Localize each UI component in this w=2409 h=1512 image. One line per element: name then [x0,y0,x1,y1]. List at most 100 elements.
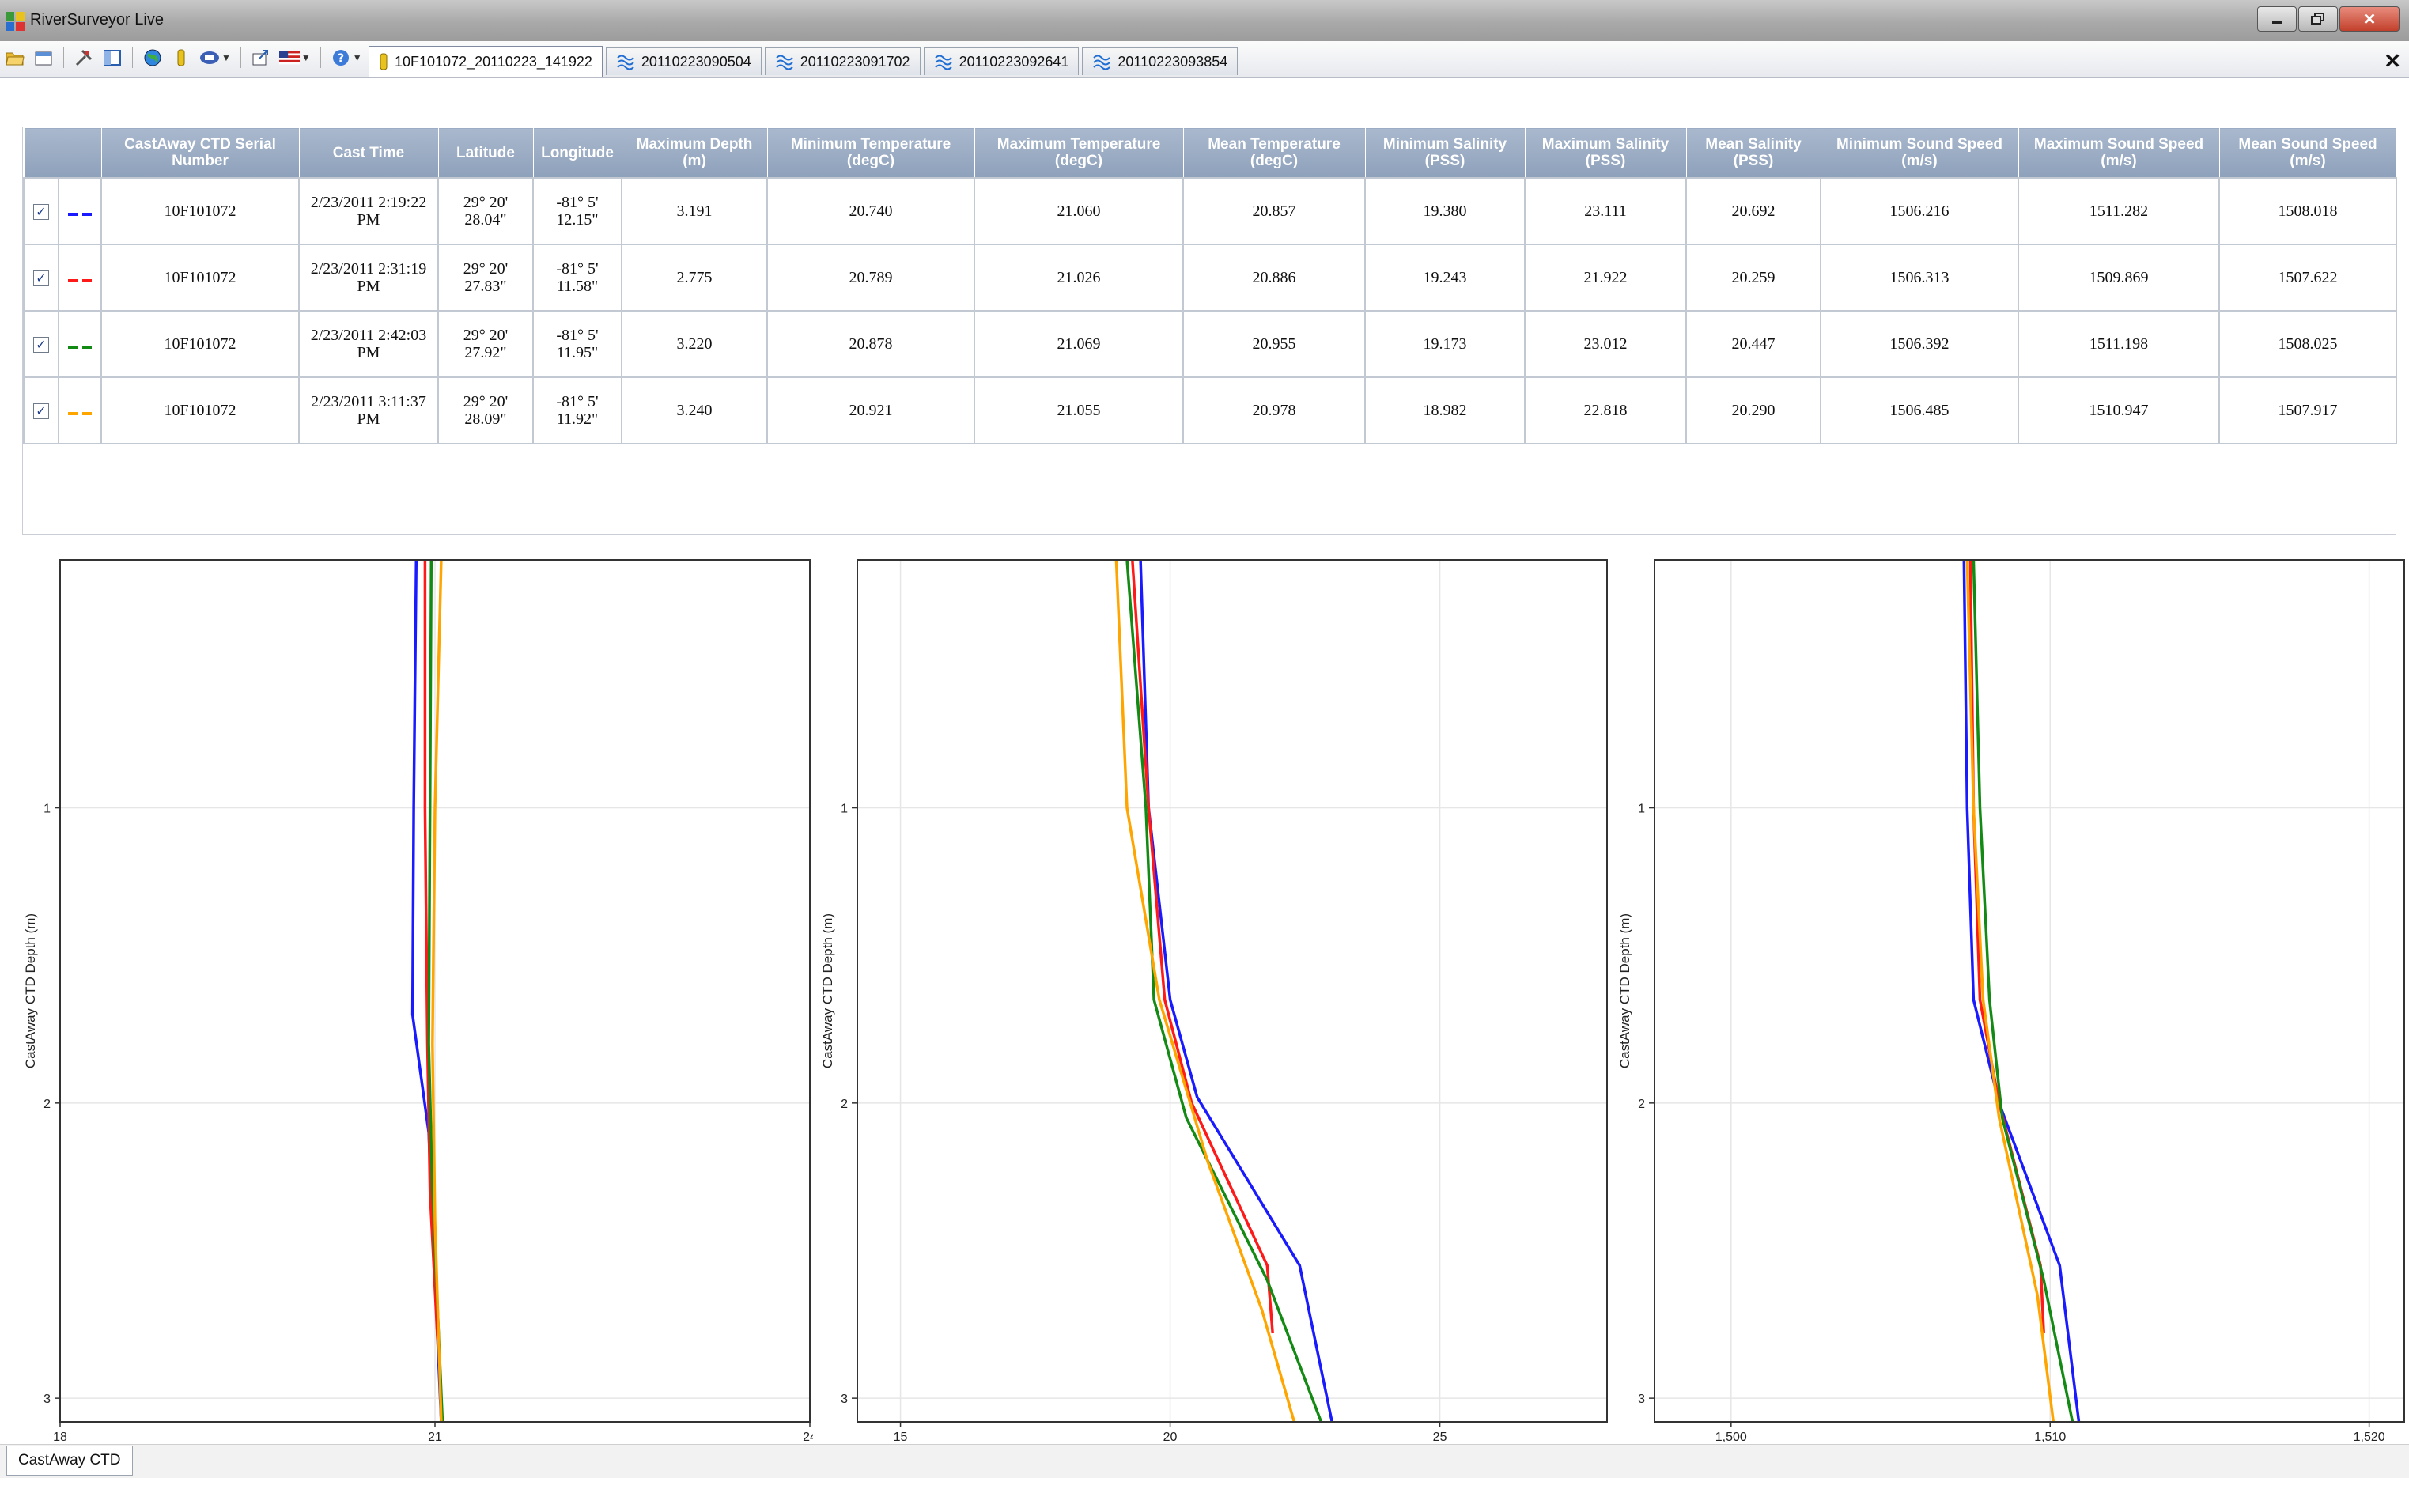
close-window-button[interactable]: ✕ [2339,6,2400,32]
cell-min-sound-speed: 1506.392 [1820,310,2019,378]
globe-icon [144,49,161,66]
y-tick-label: 1 [1638,803,1645,816]
minimize-button[interactable] [2257,6,2297,32]
minimize-icon [2272,21,2282,24]
transect-icon [1093,55,1111,70]
y-tick-label: 3 [841,1393,848,1406]
close-document-button[interactable]: ✕ [2384,49,2401,74]
cell-cast-time: 2/23/2011 2:42:03 PM [298,310,439,378]
y-axis-title: CastAway CTD Depth (m) [1617,913,1632,1068]
y-tick-label: 2 [43,1098,51,1111]
help-icon: ? [332,50,349,66]
app-logo-icon [6,12,25,31]
help-dropdown[interactable]: ? [331,47,351,68]
header-serial[interactable]: CastAway CTD Serial Number [100,127,300,179]
window-controls: ✕ [2257,6,2400,32]
tab-castaway-ctd[interactable]: CastAway CTD [6,1446,133,1476]
tab-survey-4[interactable]: 20110223093854 [1082,47,1239,75]
chevron-down-icon: ▼ [352,52,362,63]
header-max-salinity[interactable]: Maximum Salinity (PSS) [1524,127,1687,179]
row-checkbox[interactable]: ✓ [33,204,49,220]
cell-max-depth: 3.220 [621,310,768,378]
y-tick-label: 2 [841,1098,848,1111]
row-checkbox-cell[interactable]: ✓ [23,177,59,245]
header-max-sound-speed[interactable]: Maximum Sound Speed (m/s) [2018,127,2220,179]
header-min-temp[interactable]: Minimum Temperature (degC) [766,127,975,179]
toolbar-icons: ▼ ▼ ? ▼ [5,47,362,68]
header-longitude[interactable]: Longitude [532,127,622,179]
header-cast-time[interactable]: Cast Time [298,127,439,179]
row-checkbox[interactable]: ✓ [33,403,49,419]
row-checkbox-cell[interactable]: ✓ [23,310,59,378]
open-folder-button[interactable] [5,47,25,68]
header-latitude[interactable]: Latitude [437,127,534,179]
header-min-salinity[interactable]: Minimum Salinity (PSS) [1364,127,1526,179]
header-mean-sound-speed[interactable]: Mean Sound Speed (m/s) [2218,127,2397,179]
table-row[interactable]: ✓ 10F101072 2/23/2011 2:31:19 PM 29° 20' 27… [23,244,2397,312]
row-checkbox-cell[interactable]: ✓ [23,244,59,312]
close-icon: ✕ [2362,10,2377,28]
cell-min-salinity: 19.173 [1364,310,1526,378]
tab-survey-2[interactable]: 20110223091702 [764,47,921,75]
chevron-down-icon: ▼ [301,52,311,63]
tab-survey-1[interactable]: 20110223090504 [605,47,762,75]
cell-latitude: 29° 20' 27.83" [437,244,534,312]
svg-text:?: ? [338,52,344,65]
cell-mean-sound-speed: 1508.018 [2218,177,2397,245]
table-row[interactable]: ✓ 10F101072 2/23/2011 2:42:03 PM 29° 20' 27… [23,310,2397,378]
cell-mean-temp: 20.886 [1182,244,1366,312]
header-min-sound-speed[interactable]: Minimum Sound Speed (m/s) [1820,127,2019,179]
cell-mean-salinity: 20.447 [1685,310,1821,378]
probe-button[interactable] [171,47,191,68]
y-tick-label: 2 [1638,1098,1645,1111]
cell-max-depth: 3.191 [621,177,768,245]
row-checkbox[interactable]: ✓ [33,337,49,353]
cell-serial: 10F101072 [100,310,300,378]
table-row[interactable]: ✓ 10F101072 2/23/2011 3:11:37 PM 29° 20' 28… [23,376,2397,444]
units-dropdown[interactable] [199,47,220,68]
cell-mean-sound-speed: 1507.917 [2218,376,2397,444]
layout-button[interactable] [102,47,123,68]
toolbar-separator [240,47,241,68]
series-color-swatch [68,279,92,282]
header-mean-temp[interactable]: Mean Temperature (degC) [1182,127,1366,179]
header-max-depth[interactable]: Maximum Depth (m) [621,127,768,179]
sound-speed-profile-chart: 1,5001,5101,520123CastAway CTD Sound Spe… [1617,538,2407,1444]
globe-button[interactable] [142,47,163,68]
tools-button[interactable] [74,47,94,68]
cell-max-sound-speed: 1509.869 [2018,244,2220,312]
transect-icon [776,55,793,70]
cell-longitude: -81° 5' 12.15" [532,177,622,245]
cell-min-temp: 20.921 [766,376,975,444]
row-checkbox[interactable]: ✓ [33,270,49,286]
language-dropdown[interactable] [278,47,300,68]
cell-max-sound-speed: 1510.947 [2018,376,2220,444]
tab-survey-3[interactable]: 20110223092641 [923,47,1080,75]
tab-label: 20110223093854 [1118,53,1228,70]
cell-mean-salinity: 20.290 [1685,376,1821,444]
header-checkbox[interactable] [23,127,59,179]
export-button[interactable] [251,47,271,68]
maximize-button[interactable] [2298,6,2338,32]
restore-icon [2311,13,2324,25]
units-icon [200,51,219,64]
cell-mean-salinity: 20.692 [1685,177,1821,245]
table-row[interactable]: ✓ 10F101072 2/23/2011 2:19:22 PM 29° 20' 28… [23,177,2397,245]
header-mean-salinity[interactable]: Mean Salinity (PSS) [1685,127,1821,179]
cell-max-temp: 21.055 [974,376,1184,444]
row-color-cell [58,177,102,245]
temperature-chart-svg: 182124123CastAway CTD Temperature (degC)… [23,559,813,1444]
sound-speed-chart-svg: 1,5001,5101,520123CastAway CTD Sound Spe… [1617,559,2405,1444]
cell-serial: 10F101072 [100,177,300,245]
cell-max-salinity: 23.012 [1524,310,1687,378]
tab-castaway-file[interactable]: 10F101072_20110223_141922 [369,46,603,77]
row-color-cell [58,310,102,378]
open-file-button[interactable] [33,47,54,68]
x-tick-label: 15 [894,1431,908,1444]
series-color-swatch [68,412,92,415]
row-checkbox-cell[interactable]: ✓ [23,376,59,444]
header-max-temp[interactable]: Maximum Temperature (degC) [974,127,1184,179]
chevron-down-icon: ▼ [221,52,231,63]
cast-summary-table: CastAway CTD Serial Number Cast Time Lat… [22,127,2397,535]
series-color-swatch [68,213,92,216]
